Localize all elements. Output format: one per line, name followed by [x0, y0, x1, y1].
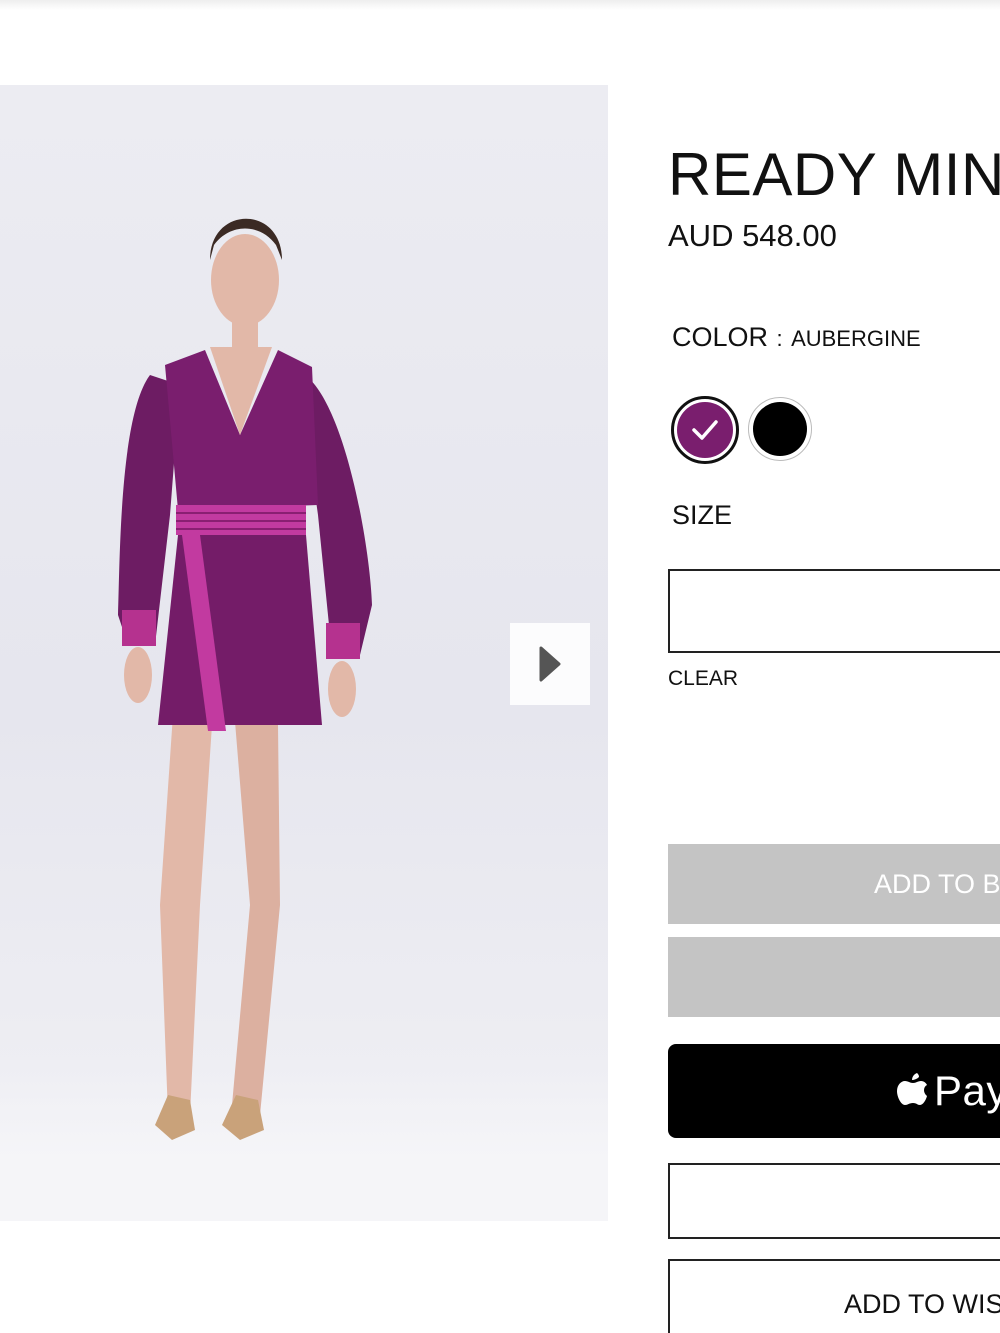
- apple-icon: [897, 1073, 927, 1105]
- color-label: COLOR: [672, 322, 769, 352]
- swatch-black-fill: [753, 402, 807, 456]
- product-title: READY MINI: [668, 141, 1000, 208]
- add-to-wishlist-label: ADD TO WIS: [844, 1288, 1000, 1319]
- swatch-aubergine[interactable]: [671, 396, 739, 464]
- gallery-next-button[interactable]: [510, 623, 590, 705]
- size-label: SIZE: [672, 500, 733, 530]
- color-value: AUBERGINE: [791, 326, 921, 351]
- top-divider: [0, 0, 1000, 10]
- product-gallery: [0, 85, 608, 1221]
- apple-pay-button[interactable]: Pay: [668, 1044, 1000, 1138]
- size-select[interactable]: [668, 569, 1000, 653]
- product-price: AUD 548.00: [668, 218, 837, 253]
- chevron-right-icon: [539, 646, 561, 682]
- color-separator: :: [776, 326, 783, 351]
- swatch-black[interactable]: [748, 397, 812, 461]
- add-to-bag-button[interactable]: ADD TO B: [668, 844, 1000, 924]
- checkout-option-button[interactable]: [668, 1163, 1000, 1239]
- color-selection-label: COLOR : AUBERGINE: [672, 322, 921, 353]
- secondary-disabled-button[interactable]: [668, 937, 1000, 1017]
- add-to-bag-label: ADD TO B: [874, 868, 1000, 899]
- check-icon: [692, 420, 718, 440]
- clear-size-link[interactable]: CLEAR: [668, 667, 738, 691]
- apple-pay-label: Pay: [934, 1067, 1000, 1114]
- swatch-aubergine-fill: [677, 402, 733, 458]
- product-page: READY MINI AUD 548.00 COLOR : AUBERGINE …: [0, 0, 1000, 1333]
- add-to-wishlist-button[interactable]: ADD TO WIS: [668, 1259, 1000, 1333]
